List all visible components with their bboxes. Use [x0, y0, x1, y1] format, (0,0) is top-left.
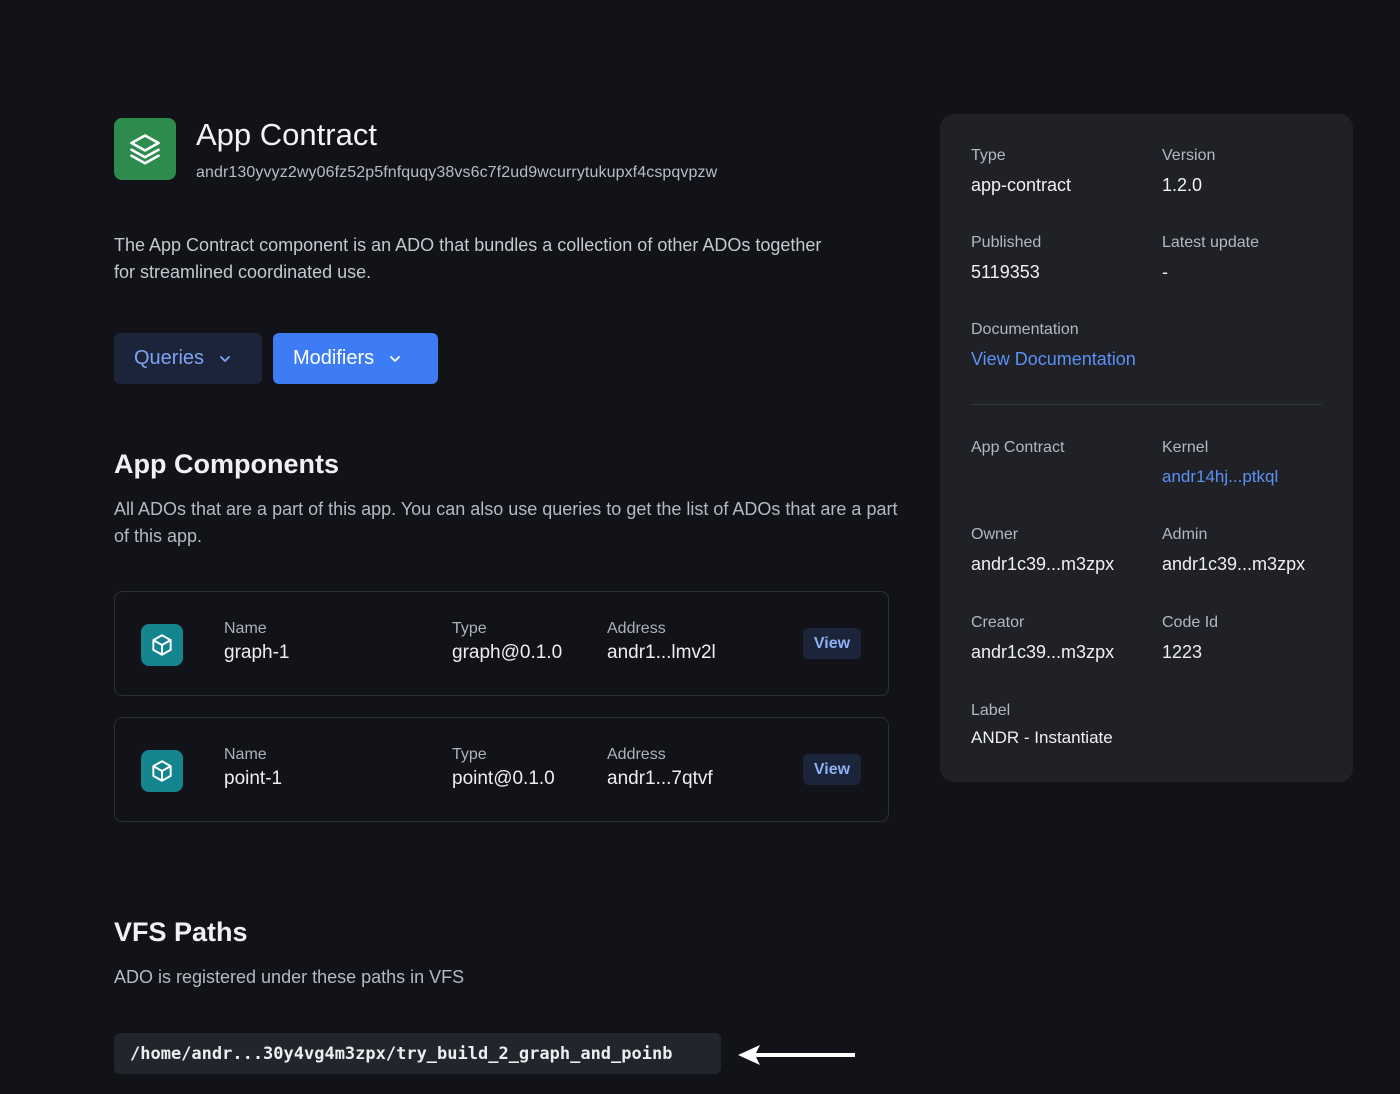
- creator-label: Creator: [971, 614, 1025, 631]
- type-label: Type: [971, 147, 1006, 164]
- queries-button[interactable]: Queries: [114, 333, 262, 384]
- type-value: app-contract: [971, 175, 1072, 195]
- app-header: App Contract andr130yvyz2wy06fz52p5fnfqu…: [114, 118, 717, 182]
- component-card: Name point-1 Type point@0.1.0 Address an…: [114, 717, 889, 822]
- published-value: 5119353: [971, 262, 1040, 282]
- component-address: andr1...lmv2l: [607, 642, 716, 663]
- owner-label: Owner: [971, 526, 1019, 543]
- queries-button-label: Queries: [134, 347, 205, 369]
- action-buttons: Queries Modifiers: [114, 333, 438, 384]
- vfs-path-chip[interactable]: /home/andr...30y4vg4m3zpx/try_build_2_gr…: [114, 1033, 721, 1074]
- page: App Contract andr130yvyz2wy06fz52p5fnfqu…: [0, 0, 1400, 1094]
- address-label: Address: [607, 620, 666, 637]
- label-value: ANDR - Instantiate: [971, 728, 1113, 747]
- app-components-subtitle: All ADOs that are a part of this app. Yo…: [114, 499, 898, 546]
- admin-label: Admin: [1162, 526, 1208, 543]
- version-label: Version: [1162, 147, 1216, 164]
- vfs-paths-heading: VFS Paths: [114, 917, 248, 947]
- contract-address: andr130yvyz2wy06fz52p5fnfquqy38vs6c7f2ud…: [196, 164, 718, 181]
- modifiers-button-label: Modifiers: [293, 347, 375, 369]
- chevron-down-icon: [220, 355, 230, 362]
- cube-icon: [141, 624, 183, 666]
- component-card: Name graph-1 Type graph@0.1.0 Address an…: [114, 591, 889, 696]
- arrow-left-icon: [738, 1045, 855, 1065]
- app-contract-label: App Contract: [971, 439, 1065, 456]
- label-label: Label: [971, 702, 1011, 719]
- cube-icon: [141, 750, 183, 792]
- component-name: graph-1: [224, 642, 290, 663]
- latest-update-label: Latest update: [1162, 234, 1259, 251]
- view-button[interactable]: View: [803, 628, 861, 659]
- published-label: Published: [971, 234, 1042, 251]
- app-components-heading: App Components: [114, 449, 339, 479]
- vfs-paths-subtitle: ADO is registered under these paths in V…: [114, 967, 465, 987]
- type-label: Type: [452, 746, 487, 763]
- layers-icon: [114, 118, 176, 180]
- name-label: Name: [224, 746, 267, 763]
- address-label: Address: [607, 746, 666, 763]
- component-name: point-1: [224, 768, 283, 789]
- modifiers-button[interactable]: Modifiers: [273, 333, 438, 384]
- creator-value: andr1c39...m3zpx: [971, 642, 1115, 662]
- admin-value: andr1c39...m3zpx: [1162, 554, 1306, 574]
- view-button[interactable]: View: [803, 754, 861, 785]
- kernel-label: Kernel: [1162, 439, 1209, 456]
- page-title: App Contract: [196, 117, 377, 152]
- latest-update-value: -: [1162, 262, 1168, 282]
- chevron-down-icon: [390, 355, 401, 362]
- code-id-label: Code Id: [1162, 614, 1219, 631]
- code-id-value: 1223: [1162, 642, 1203, 662]
- view-documentation-link[interactable]: View Documentation: [971, 349, 1136, 370]
- name-label: Name: [224, 620, 267, 637]
- details-panel: Type app-contract Version 1.2.0 Publishe…: [940, 114, 1353, 782]
- component-address: andr1...7qtvf: [607, 768, 713, 789]
- component-type: point@0.1.0: [452, 768, 555, 789]
- panel-divider: [971, 404, 1322, 405]
- documentation-label: Documentation: [971, 321, 1079, 338]
- app-description: The App Contract component is an ADO tha…: [114, 235, 822, 282]
- owner-value: andr1c39...m3zpx: [971, 554, 1115, 574]
- type-label: Type: [452, 620, 487, 637]
- version-value: 1.2.0: [1162, 175, 1203, 195]
- kernel-address-link[interactable]: andr14hj...ptkql: [1162, 467, 1278, 487]
- component-type: graph@0.1.0: [452, 642, 563, 663]
